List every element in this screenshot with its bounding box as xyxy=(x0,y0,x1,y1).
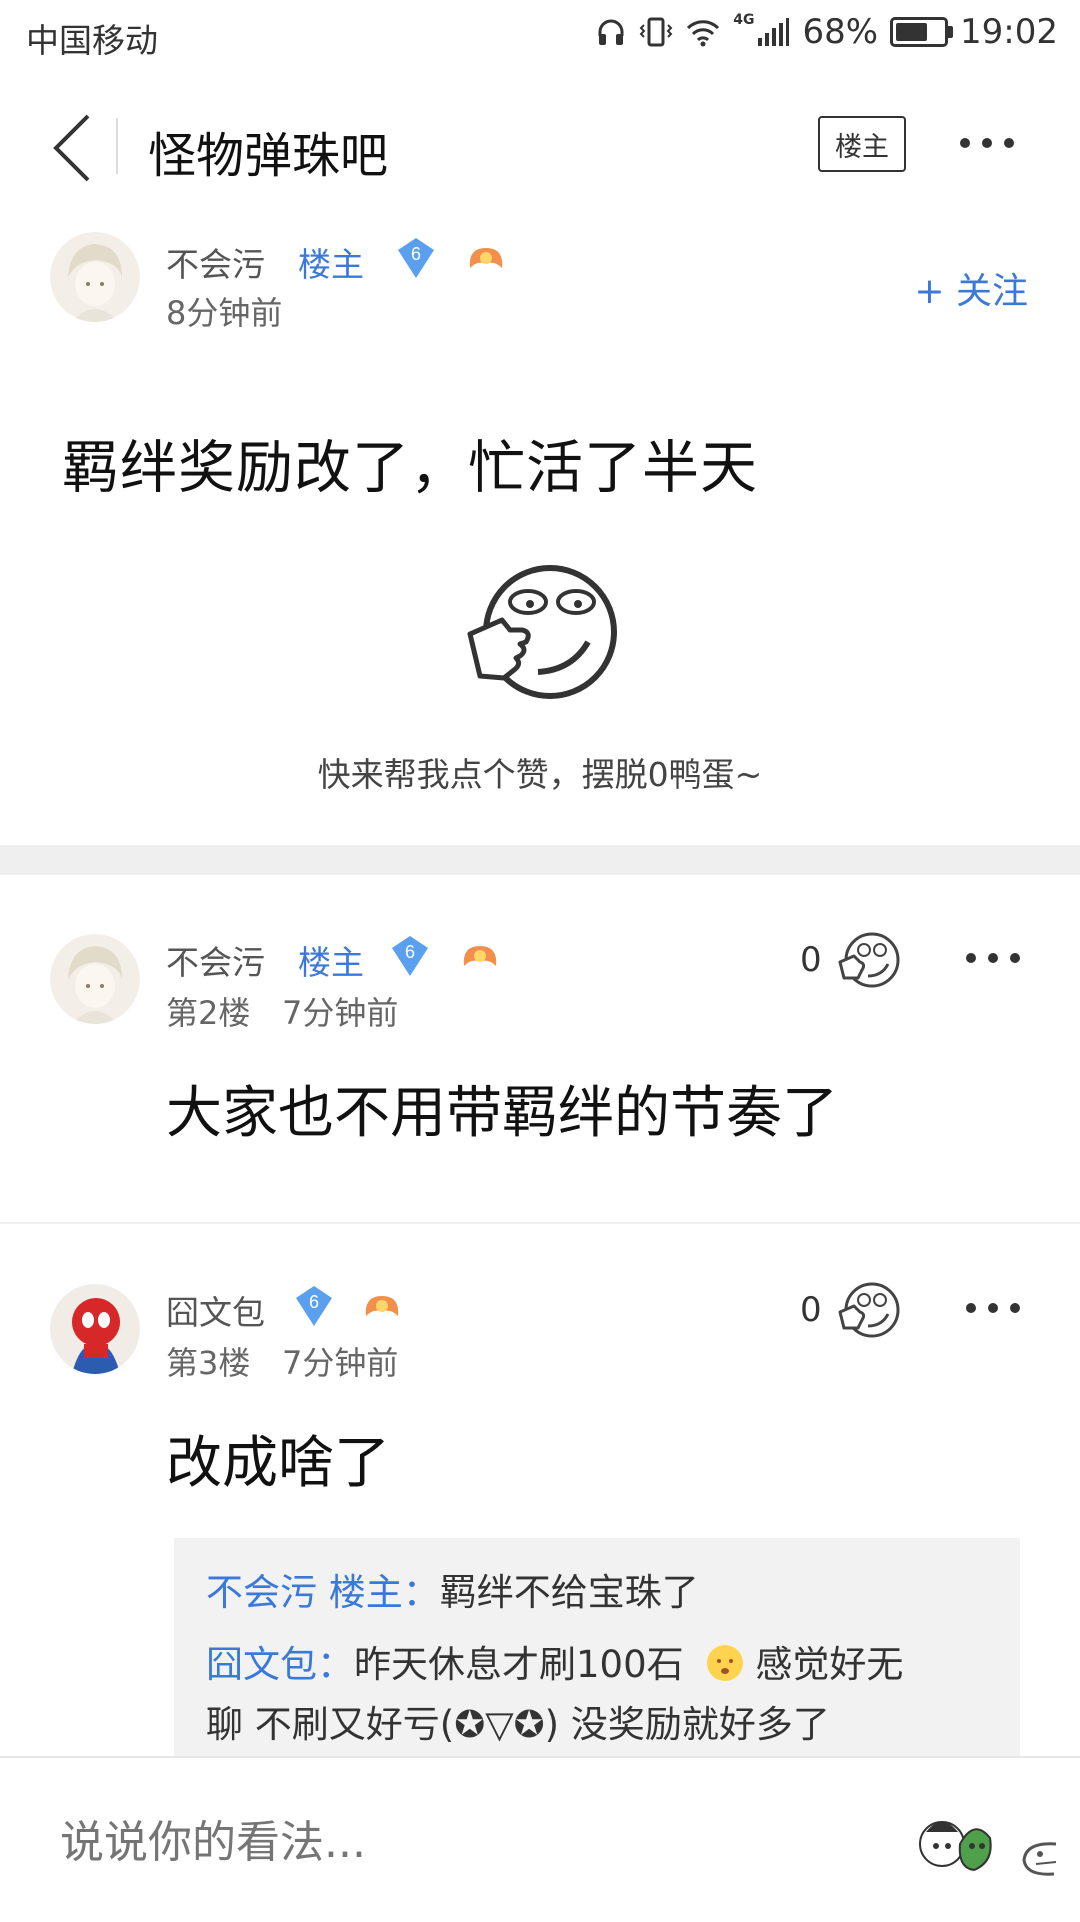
avatar[interactable] xyxy=(50,232,140,322)
level-badge: 6 xyxy=(292,1284,336,1332)
level-badge: 6 xyxy=(394,236,438,284)
floor-number: 第3楼 xyxy=(166,1344,251,1382)
wifi-icon xyxy=(687,20,720,47)
sub-reply-box[interactable]: 不会污 楼主：羁绊不给宝珠了 囧文包：昨天休息才刷100石 感觉好无 聊 不刷又… xyxy=(174,1538,1020,1758)
headphones-icon xyxy=(598,19,624,45)
reply-content: 大家也不用带羁绊的节奏了 xyxy=(166,1081,838,1146)
emoji-face-icon[interactable] xyxy=(1016,1836,1064,1880)
level-number: 6 xyxy=(405,942,415,962)
game-badge-icon xyxy=(463,946,497,966)
carrier-label: 中国移动 xyxy=(26,21,158,60)
sub-reply-author[interactable]: 囧文包： xyxy=(206,1643,354,1686)
reply-content: 改成啥了 xyxy=(166,1431,390,1496)
thumbs-up-face-sticker xyxy=(467,565,617,699)
sub-reply-text: 羁绊不给宝珠了 xyxy=(439,1571,699,1614)
battery-percent: 68% xyxy=(802,12,879,52)
reply-time: 7分钟前 xyxy=(282,994,399,1032)
avatar[interactable] xyxy=(50,934,140,1024)
back-arrow-icon[interactable] xyxy=(48,108,108,188)
section-divider xyxy=(0,845,1080,875)
signal-icon xyxy=(758,18,790,46)
reply-time: 7分钟前 xyxy=(282,1344,399,1382)
vibrate-icon xyxy=(639,17,673,47)
network-type: 4G xyxy=(733,12,755,28)
status-icons: 4G 68% 19:02 xyxy=(595,12,1058,52)
like-face-icon[interactable] xyxy=(836,1280,900,1340)
reply-divider xyxy=(0,1222,1080,1224)
clock: 19:02 xyxy=(960,12,1058,52)
sub-reply[interactable]: 不会污 楼主：羁绊不给宝珠了 xyxy=(206,1562,699,1616)
level-badge: 6 xyxy=(388,934,432,982)
battery-icon xyxy=(890,17,954,47)
owner-tag: 楼主 xyxy=(298,245,364,284)
owner-only-button[interactable]: 楼主 xyxy=(818,116,906,172)
owner-tag: 楼主 xyxy=(298,943,364,982)
game-badge-icon xyxy=(469,248,503,268)
follow-button[interactable]: + 关注 xyxy=(914,262,1028,314)
level-number: 6 xyxy=(411,244,421,264)
post-caption: 快来帮我点个赞，摆脱0鸭蛋~ xyxy=(317,755,763,794)
author-name[interactable]: 不会污 xyxy=(166,238,265,286)
sub-reply[interactable]: 囧文包：昨天休息才刷100石 感觉好无 xyxy=(206,1634,903,1688)
comment-input[interactable] xyxy=(58,1816,822,1869)
floor-number: 第2楼 xyxy=(166,994,251,1032)
sub-reply-text: 感觉好无 xyxy=(755,1643,904,1686)
sub-reply-text: 昨天休息才刷100石 xyxy=(354,1643,684,1686)
sub-reply-author[interactable]: 不会污 楼主： xyxy=(206,1571,440,1614)
like-count: 0 xyxy=(800,940,822,980)
sticker-icon[interactable] xyxy=(914,1798,998,1882)
like-count: 0 xyxy=(800,1290,822,1330)
reply-more-icon[interactable] xyxy=(966,953,1020,963)
post-time: 8分钟前 xyxy=(166,294,283,332)
reply-author-name[interactable]: 不会污 xyxy=(166,936,265,984)
game-badge-icon xyxy=(365,1296,399,1316)
more-options-icon[interactable] xyxy=(960,138,1014,148)
reply-more-icon[interactable] xyxy=(966,1303,1020,1313)
emoji-icon xyxy=(707,1645,744,1681)
reply-author-name[interactable]: 囧文包 xyxy=(166,1286,265,1334)
like-face-icon[interactable] xyxy=(836,930,900,990)
post-content: 羁绊奖励改了，忙活了半天 xyxy=(62,435,758,501)
page-title: 怪物弹珠吧 xyxy=(148,128,389,184)
avatar[interactable] xyxy=(50,1284,140,1374)
level-number: 6 xyxy=(309,1292,319,1312)
sub-reply-text: 聊 不刷又好亏(✪▽✪) 没奖励就好多了 xyxy=(206,1703,830,1746)
header-divider xyxy=(116,118,118,174)
status-bar: 中国移动 4G 68% 19:02 xyxy=(0,0,1080,74)
